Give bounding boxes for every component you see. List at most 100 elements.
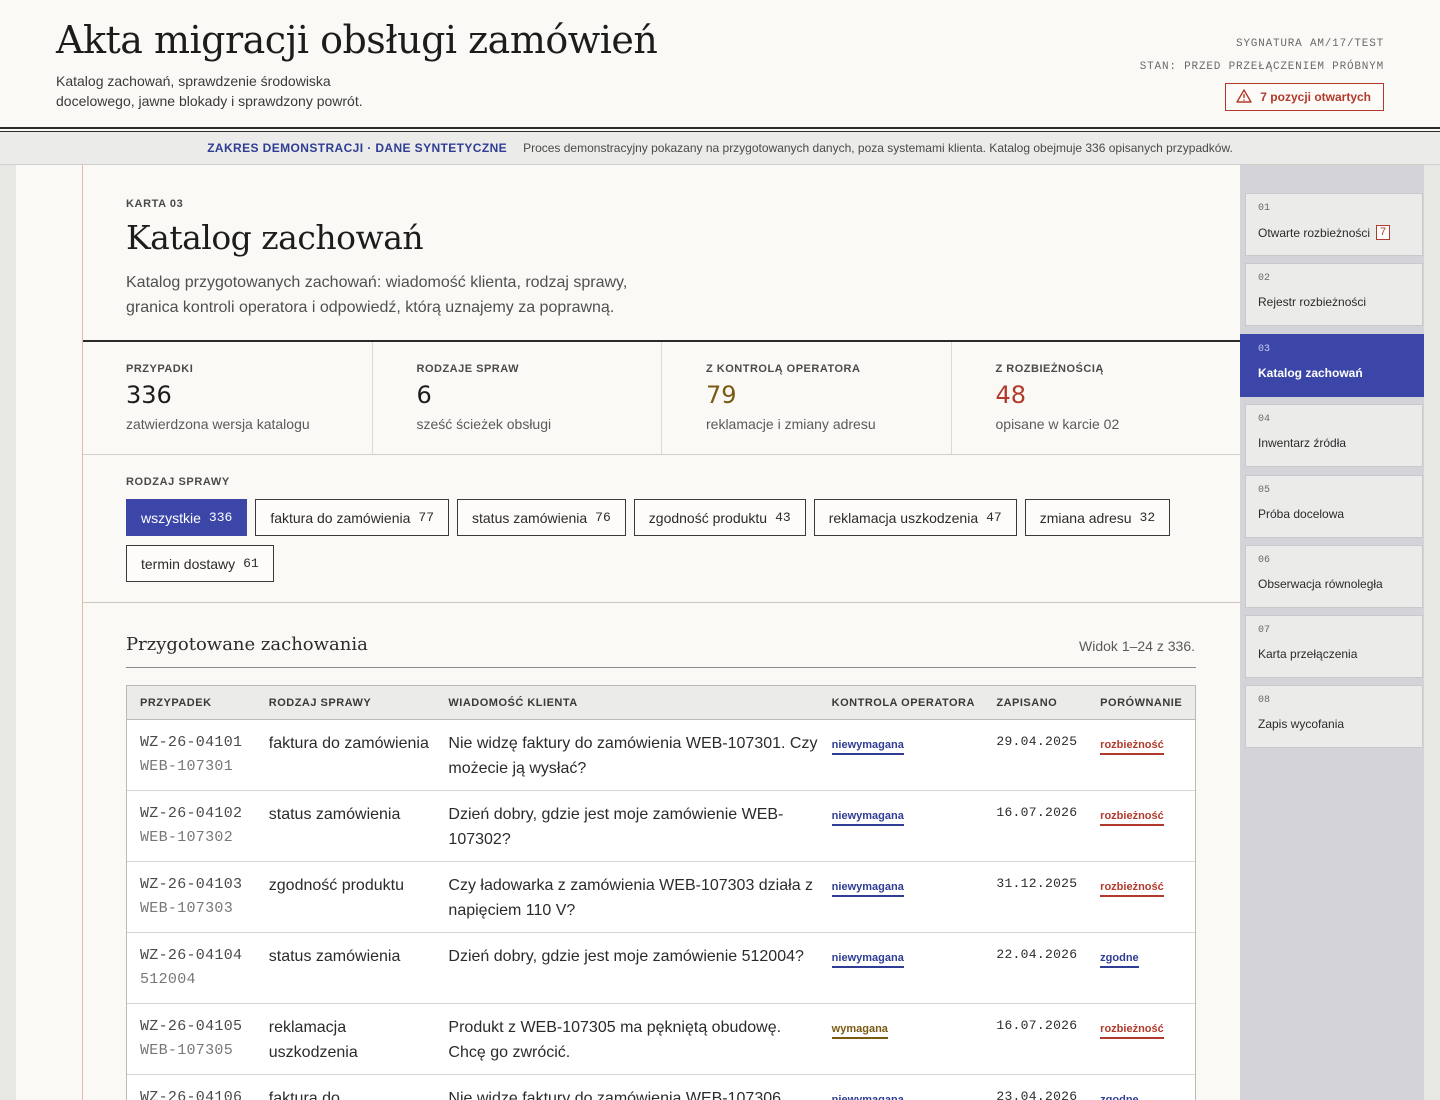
operator-control-tag: niewymagana — [831, 809, 904, 826]
header-rule — [0, 127, 1440, 129]
comparison-tag: rozbieżność — [1100, 809, 1164, 826]
operator-control-cell: niewymagana — [819, 1075, 984, 1100]
comparison-cell: rozbieżność — [1087, 862, 1195, 932]
stat-label: RODZAJE SPRAW — [416, 363, 519, 375]
filter-chip[interactable]: status zamówienia 76 — [457, 499, 626, 536]
sidebar-item-label-wrap: Obserwacja równoległa — [1258, 577, 1383, 591]
case-id: WZ-26-04102 — [140, 805, 243, 822]
sidebar-item-number: 05 — [1258, 485, 1271, 496]
saved-date: 16.07.2026 — [996, 1018, 1078, 1033]
open-items-button[interactable]: 7 pozycji otwartych — [1225, 83, 1384, 111]
filter-chip-count: 32 — [1139, 510, 1156, 525]
operator-control-cell: niewymagana — [819, 720, 984, 790]
column-header-type[interactable]: RODZAJ SPRAWY — [256, 697, 436, 709]
filter-chip-label: zmiana adresu — [1039, 509, 1132, 526]
stat-label: PRZYPADKI — [126, 363, 194, 375]
comparison-cell: rozbieżność — [1087, 791, 1195, 861]
customer-message: Produkt z WEB-107305 ma pękniętą obudowę… — [448, 1019, 782, 1061]
table-row[interactable]: WZ-26-04103 WEB-107303 zgodność produktu Cz… — [127, 862, 1195, 933]
case-id: WZ-26-04101 — [140, 734, 243, 751]
table-row[interactable]: WZ-26-04102 WEB-107302 status zamówienia Dz… — [127, 791, 1195, 862]
filter-chip-label: reklamacja uszkodzenia — [828, 509, 979, 526]
sidebar-item[interactable]: 05 Próba docelowa — [1245, 475, 1423, 538]
left-margin — [0, 165, 16, 1100]
case-id: WZ-26-04105 — [140, 1018, 243, 1035]
sidebar-item[interactable]: 01 Otwarte rozbieżności 7 — [1245, 193, 1423, 256]
page-subtitle: Katalog zachowań, sprawdzenie środowiska… — [56, 73, 363, 109]
stats-row: PRZYPADKI 336 zatwierdzona wersja katalo… — [83, 342, 1240, 455]
case-type: status zamówienia — [268, 948, 401, 965]
saved-date: 23.04.2026 — [996, 1089, 1078, 1100]
page-title: Akta migracji obsługi zamówień — [56, 18, 658, 62]
sidebar-item-label: Próba docelowa — [1258, 507, 1345, 521]
sidebar-item-label-wrap: Inwentarz źródła — [1258, 436, 1346, 450]
saved-date: 31.12.2025 — [996, 876, 1078, 891]
sidebar-item[interactable]: 02 Rejestr rozbieżności — [1245, 263, 1423, 326]
filter-chip-label: termin dostawy — [141, 555, 236, 572]
table-row[interactable]: WZ-26-04105 WEB-107305 reklamacja uszkodze… — [127, 1004, 1195, 1075]
comparison-tag: zgodne — [1100, 951, 1139, 968]
operator-control-tag: niewymagana — [831, 951, 904, 968]
sidebar-item-label: Obserwacja równoległa — [1258, 577, 1383, 591]
stat-value: 48 — [995, 381, 1027, 409]
sidebar-item-number: 08 — [1258, 695, 1271, 706]
sidebar-item-label-wrap: Otwarte rozbieżności 7 — [1258, 225, 1391, 240]
column-header-control[interactable]: KONTROLA OPERATORA — [819, 697, 984, 709]
customer-message: Dzień dobry, gdzie jest moje zamówienie … — [448, 806, 784, 848]
comparison-cell: rozbieżność — [1087, 720, 1195, 790]
pagination-count: Widok 1–24 z 336. — [1079, 638, 1195, 654]
filter-chip-count: 43 — [775, 510, 791, 525]
filter-chip[interactable]: termin dostawy 61 — [126, 545, 274, 582]
customer-message: Dzień dobry, gdzie jest moje zamówienie … — [448, 948, 804, 965]
operator-control-tag: niewymagana — [831, 880, 904, 897]
sidebar-item-label-wrap: Próba docelowa — [1258, 507, 1344, 521]
sidebar-item[interactable]: 04 Inwentarz źródła — [1245, 404, 1423, 467]
sidebar-item-number: 02 — [1258, 273, 1271, 284]
operator-control-cell: niewymagana — [819, 791, 984, 861]
sidebar-item[interactable]: 06 Obserwacja równoległa — [1245, 545, 1423, 608]
table-row[interactable]: WZ-26-04106 faktura do Nie widzę faktury d… — [127, 1075, 1195, 1100]
card-description: Katalog przygotowanych zachowań: wiadomo… — [126, 274, 628, 316]
sidebar-item-label: Inwentarz źródła — [1258, 436, 1347, 450]
filter-chip[interactable]: wszystkie 336 — [126, 499, 248, 536]
table-row[interactable]: WZ-26-04101 WEB-107301 faktura do zamówien… — [127, 720, 1195, 791]
case-cell: WZ-26-04106 — [127, 1075, 256, 1100]
stat-case-types: RODZAJE SPRAW 6 sześć ścieżek obsługi — [373, 342, 662, 454]
comparison-tag: rozbieżność — [1100, 1022, 1164, 1039]
column-header-message[interactable]: WIADOMOŚĆ KLIENTA — [435, 697, 818, 709]
sidebar-item[interactable]: 03 Katalog zachowań — [1240, 334, 1424, 397]
banner-tag: ZAKRES DEMONSTRACJI · DANE SYNTETYCZNE — [207, 141, 508, 155]
saved-date: 22.04.2026 — [996, 947, 1078, 962]
column-header-compare[interactable]: PORÓWNANIE — [1087, 697, 1195, 709]
sidebar-item[interactable]: 07 Karta przełączenia — [1245, 615, 1423, 678]
table-header: PRZYPADEK RODZAJ SPRAWY WIADOMOŚĆ KLIENT… — [127, 686, 1195, 720]
page-header: Akta migracji obsługi zamówień Katalog z… — [0, 0, 1440, 127]
filter-chip[interactable]: zgodność produktu 43 — [633, 499, 806, 536]
filter-chip[interactable]: reklamacja uszkodzenia 47 — [813, 499, 1017, 536]
demo-banner: ZAKRES DEMONSTRACJI · DANE SYNTETYCZNE P… — [0, 132, 1440, 165]
filter-chip[interactable]: faktura do zamówienia 77 — [255, 499, 449, 536]
operator-control-cell: wymagana — [819, 1004, 984, 1074]
order-id: 512004 — [140, 971, 196, 988]
comparison-cell: rozbieżność — [1087, 1004, 1195, 1074]
case-type: faktura do — [268, 1090, 340, 1100]
stat-discrepancy: Z ROZBIEŻNOŚCIĄ 48 opisane w karcie 02 — [952, 342, 1241, 454]
case-type: zgodność produktu — [268, 877, 404, 894]
sidebar-item[interactable]: 08 Zapis wycofania — [1245, 685, 1423, 748]
sidebar-item-label: Otwarte rozbieżności — [1258, 225, 1371, 240]
section-title: Przygotowane zachowania — [126, 634, 368, 655]
sidebar-item-label: Zapis wycofania — [1258, 717, 1345, 731]
column-header-date[interactable]: ZAPISANO — [983, 697, 1087, 709]
operator-control-tag: wymagana — [831, 1022, 888, 1039]
table-body: WZ-26-04101 WEB-107301 faktura do zamówien… — [127, 720, 1195, 1100]
operator-control-tag: niewymagana — [831, 738, 904, 755]
sidebar-item-badge: 7 — [1376, 225, 1391, 240]
filter-chip-count: 336 — [208, 510, 233, 525]
filter-chip[interactable]: zmiana adresu 32 — [1024, 499, 1171, 536]
card-title: Katalog zachowań — [126, 218, 424, 257]
column-header-case[interactable]: PRZYPADEK — [127, 697, 256, 709]
table-row[interactable]: WZ-26-04104 512004 status zamówienia Dzień … — [127, 933, 1195, 1004]
case-cell: WZ-26-04103 WEB-107303 — [127, 862, 256, 932]
stat-label: Z KONTROLĄ OPERATORA — [706, 363, 861, 375]
filter-chip-label: status zamówienia — [472, 509, 588, 526]
